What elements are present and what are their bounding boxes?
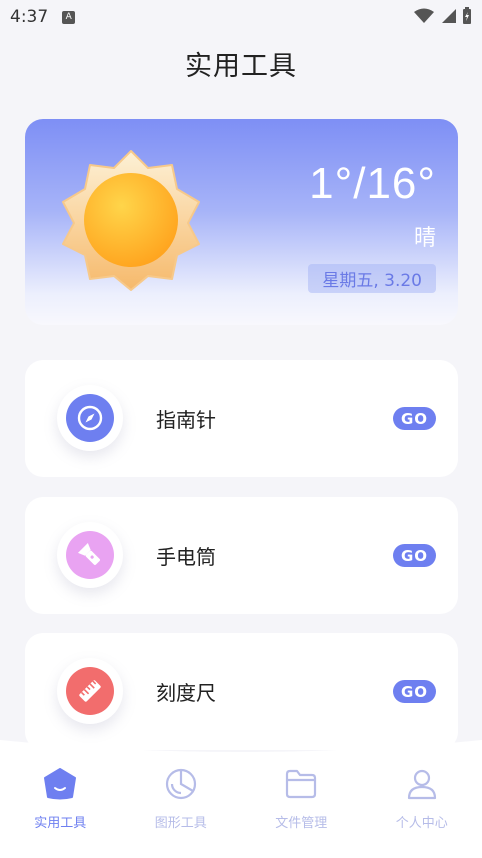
bottom-nav: 实用工具 图形工具 文件管理 个人中心 <box>0 740 482 858</box>
weather-card: 1°/16° 晴 星期五, 3.20 <box>25 119 458 325</box>
status-time: 4:37 <box>10 7 49 27</box>
tool-label: 刻度尺 <box>156 681 216 705</box>
date-badge: 星期五, 3.20 <box>308 264 436 293</box>
battery-icon <box>463 7 471 24</box>
nav-label: 个人中心 <box>395 816 448 831</box>
pie-chart-icon <box>163 766 199 802</box>
nav-item-profile[interactable]: 个人中心 <box>362 766 482 831</box>
sun-icon <box>62 150 200 291</box>
tool-card-ruler[interactable]: 刻度尺 GO <box>25 633 458 750</box>
nav-label: 实用工具 <box>34 816 87 831</box>
compass-icon-wrap <box>57 385 123 451</box>
nav-label: 图形工具 <box>154 816 207 831</box>
ruler-icon-wrap <box>57 658 123 724</box>
compass-icon <box>66 394 114 442</box>
notification-icon: A <box>62 10 76 24</box>
temperature: 1°/16° <box>309 159 436 208</box>
status-bar: 4:37 A <box>0 0 482 34</box>
status-icons <box>414 7 472 25</box>
nav-item-graphics[interactable]: 图形工具 <box>121 766 242 831</box>
nav-item-tools[interactable]: 实用工具 <box>0 766 121 831</box>
folder-icon <box>283 766 319 802</box>
weather-condition: 晴 <box>413 226 436 251</box>
ruler-icon <box>66 667 114 715</box>
flashlight-icon-wrap <box>57 522 123 588</box>
tool-card-flashlight[interactable]: 手电筒 GO <box>25 497 458 614</box>
go-button[interactable]: GO <box>393 544 436 567</box>
person-icon <box>404 766 440 802</box>
go-button[interactable]: GO <box>393 680 436 703</box>
tool-card-compass[interactable]: 指南针 GO <box>25 360 458 477</box>
signal-icon <box>442 9 456 23</box>
tool-label: 指南针 <box>156 408 216 432</box>
nav-label: 文件管理 <box>275 816 328 831</box>
wifi-icon <box>414 8 434 23</box>
flashlight-icon <box>66 531 114 579</box>
go-button[interactable]: GO <box>393 407 436 430</box>
nav-item-files[interactable]: 文件管理 <box>241 766 362 831</box>
tool-label: 手电筒 <box>156 545 216 569</box>
page-title: 实用工具 <box>185 51 297 82</box>
home-icon <box>42 766 78 802</box>
